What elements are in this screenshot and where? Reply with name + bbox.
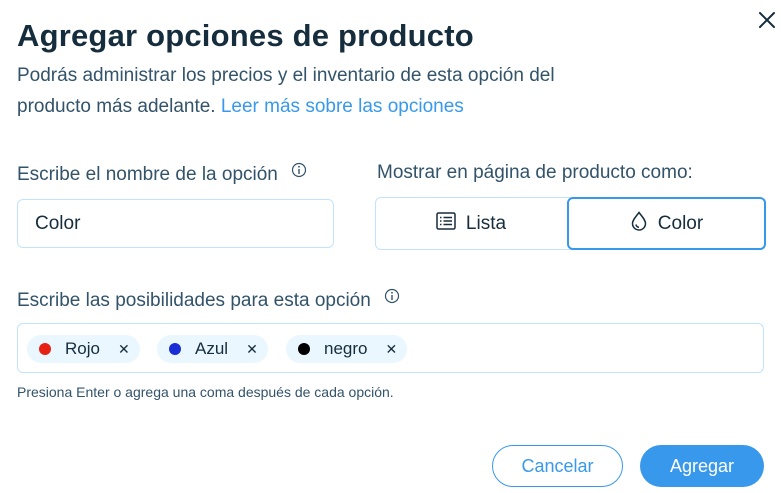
list-icon — [436, 211, 456, 236]
display-as-color-button[interactable]: Color — [567, 197, 766, 250]
display-as-list-button[interactable]: Lista — [376, 198, 566, 249]
close-icon[interactable] — [755, 8, 779, 32]
display-as-color-label: Color — [657, 212, 704, 234]
option-tag: Azul ✕ — [157, 335, 268, 363]
option-tag-label: Azul — [195, 339, 229, 358]
option-tag-label: Rojo — [65, 339, 100, 358]
learn-more-link[interactable]: Leer más sobre las opciones — [221, 96, 464, 117]
info-icon[interactable] — [384, 288, 400, 310]
color-swatch — [298, 343, 310, 355]
dialog-description: Podrás administrar los precios y el inve… — [17, 65, 555, 86]
display-as-label: Mostrar en página de producto como: — [377, 162, 693, 183]
display-as-list-label: Lista — [465, 212, 507, 234]
option-name-label: Escribe el nombre de la opción — [17, 162, 307, 186]
option-tag: Rojo ✕ — [27, 335, 140, 363]
option-name-label-text: Escribe el nombre de la opción — [17, 164, 278, 185]
remove-tag-icon[interactable]: ✕ — [118, 341, 130, 358]
possibilities-label-text: Escribe las posibilidades para esta opci… — [17, 290, 371, 311]
color-swatch — [169, 343, 181, 355]
dialog-title: Agregar opciones de producto — [17, 18, 474, 53]
dialog-description-line2: producto más adelante. Leer más sobre la… — [17, 91, 737, 122]
possibilities-label: Escribe las posibilidades para esta opci… — [17, 288, 400, 312]
remove-tag-icon[interactable]: ✕ — [246, 341, 258, 358]
remove-tag-icon[interactable]: ✕ — [385, 341, 397, 358]
option-tag-label: negro — [324, 339, 368, 358]
option-tag: negro ✕ — [286, 335, 408, 363]
color-drop-icon — [630, 210, 648, 237]
info-icon[interactable] — [291, 162, 307, 184]
possibilities-hint: Presiona Enter o agrega una coma después… — [17, 384, 394, 400]
cancel-button[interactable]: Cancelar — [492, 445, 623, 487]
option-name-input[interactable] — [17, 199, 334, 248]
possibilities-tag-input[interactable]: Rojo ✕ Azul ✕ negro ✕ — [17, 323, 764, 373]
display-as-toggle: Lista Color — [375, 197, 766, 250]
description-text: producto más adelante. — [17, 96, 216, 117]
color-swatch — [39, 343, 51, 355]
add-button[interactable]: Agregar — [640, 445, 764, 487]
